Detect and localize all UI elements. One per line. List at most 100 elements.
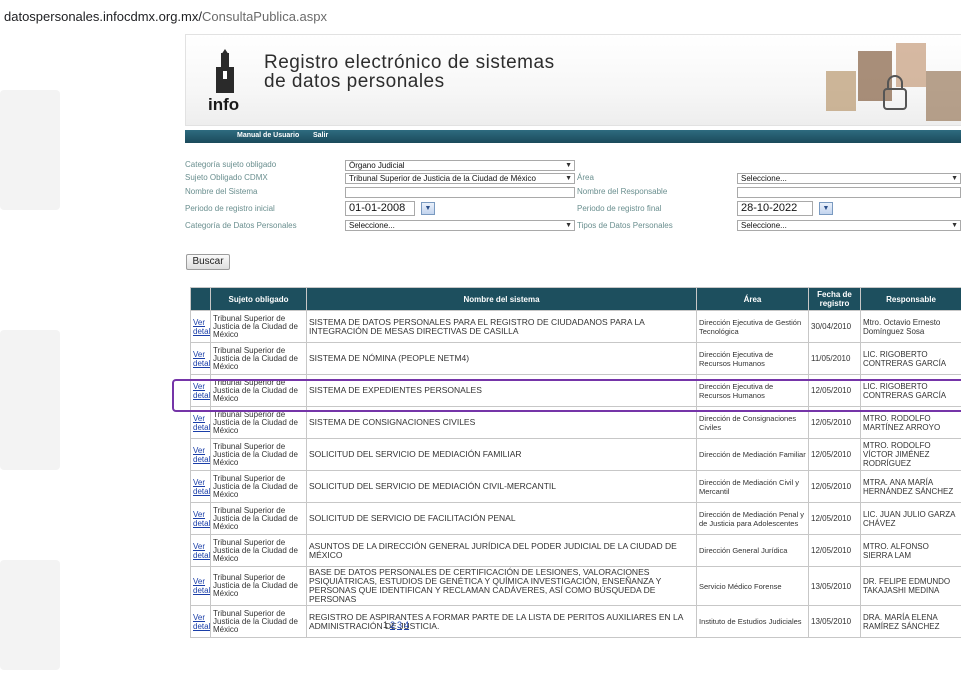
cell-fecha: 12/05/2010 — [808, 438, 861, 471]
cell-sujeto: Tribunal Superior de Justicia de la Ciud… — [210, 605, 307, 638]
cell-responsable: MTRO. RODOLFO VÍCTOR JIMÉNEZ RODRÍGUEZ — [860, 438, 961, 471]
area-select[interactable]: Seleccione... ▼ — [737, 173, 961, 184]
cell-area: Dirección Ejecutiva de Gestión Tecnológi… — [696, 310, 809, 343]
calendar-dropdown-icon[interactable]: ▼ — [421, 202, 435, 215]
cell-nombre: REGISTRO DE ASPIRANTES A FORMAR PARTE DE… — [306, 605, 697, 638]
cell-area: Instituto de Estudios Judiciales — [696, 605, 809, 638]
cell-area: Dirección de Mediación Penal y de Justic… — [696, 502, 809, 535]
buscar-button[interactable]: Buscar — [186, 254, 230, 270]
sujeto-select[interactable]: Tribunal Superior de Justicia de la Ciud… — [345, 173, 575, 184]
table-row: Ver detalleTribunal Superior de Justicia… — [190, 502, 961, 535]
chevron-down-icon: ▼ — [951, 175, 958, 182]
cell-responsable: MTRA. ANA MARÍA HERNÁNDEZ SÁNCHEZ — [860, 470, 961, 503]
cell-sujeto: Tribunal Superior de Justicia de la Ciud… — [210, 534, 307, 567]
header-area[interactable]: Área — [696, 287, 809, 311]
cell-area: Dirección de Consignaciones Civiles — [696, 406, 809, 439]
header-responsable[interactable]: Responsable — [860, 287, 961, 311]
ver-detalle-link[interactable]: Ver detalle — [190, 342, 211, 375]
calendar-dropdown-icon[interactable]: ▼ — [819, 202, 833, 215]
table-row: Ver detalleTribunal Superior de Justicia… — [190, 342, 961, 375]
cell-fecha: 12/05/2010 — [808, 470, 861, 503]
chevron-down-icon: ▼ — [951, 222, 958, 229]
cell-sujeto: Tribunal Superior de Justicia de la Ciud… — [210, 310, 307, 343]
cell-sujeto: Tribunal Superior de Justicia de la Ciud… — [210, 438, 307, 471]
city-logo-icon — [216, 49, 234, 93]
table-row: Ver detalleTribunal Superior de Justicia… — [190, 566, 961, 606]
cell-fecha: 30/04/2010 — [808, 310, 861, 343]
nombre-responsable-input[interactable] — [737, 187, 961, 198]
cell-nombre: SISTEMA DE DATOS PERSONALES PARA EL REGI… — [306, 310, 697, 343]
table-row: Ver detalleTribunal Superior de Justicia… — [190, 406, 961, 439]
categoria-label: Categoría sujeto obligado — [185, 160, 277, 169]
table-row: Ver detalleTribunal Superior de Justicia… — [190, 438, 961, 471]
cell-responsable: LIC. RIGOBERTO CONTRERAS GARCÍA — [860, 374, 961, 407]
page-link[interactable]: 2 — [390, 620, 395, 630]
cell-nombre: SISTEMA DE EXPEDIENTES PERSONALES — [306, 374, 697, 407]
salir-link[interactable]: Salir — [313, 132, 328, 139]
cell-area: Dirección de Mediación Civil y Mercantil — [696, 470, 809, 503]
cell-nombre: ASUNTOS DE LA DIRECCIÓN GENERAL JURÍDICA… — [306, 534, 697, 567]
table-row: Ver detalleTribunal Superior de Justicia… — [190, 470, 961, 503]
address-bar[interactable]: datospersonales.infocdmx.org.mx/Consulta… — [0, 0, 961, 34]
categoria-select[interactable]: Órgano Judicial ▼ — [345, 160, 575, 171]
logo-text: info — [208, 95, 240, 114]
table-row: Ver detalleTribunal Superior de Justicia… — [190, 374, 961, 407]
page-link[interactable]: 3 — [397, 620, 402, 630]
cell-nombre: BASE DE DATOS PERSONALES DE CERTIFICACIÓ… — [306, 566, 697, 606]
tipos-datos-label: Tipos de Datos Personales — [577, 221, 673, 230]
cell-area: Dirección General Jurídica — [696, 534, 809, 567]
background-ghost — [0, 90, 60, 210]
chevron-down-icon: ▼ — [565, 175, 572, 182]
cell-sujeto: Tribunal Superior de Justicia de la Ciud… — [210, 374, 307, 407]
header-sujeto[interactable]: Sujeto obligado — [210, 287, 307, 311]
cell-area: Dirección Ejecutiva de Recursos Humanos — [696, 374, 809, 407]
results-table: Sujeto obligado Nombre del sistema Área … — [190, 287, 961, 638]
header-nombre[interactable]: Nombre del sistema — [306, 287, 697, 311]
cell-responsable: MTRO. ALFONSO SIERRA LAM — [860, 534, 961, 567]
chevron-down-icon: ▼ — [565, 222, 572, 229]
page-link[interactable]: 4 — [404, 620, 409, 630]
nombre-sistema-input[interactable] — [345, 187, 575, 198]
header-fecha[interactable]: Fecha de registro — [808, 287, 861, 311]
cell-sujeto: Tribunal Superior de Justicia de la Ciud… — [210, 406, 307, 439]
cell-responsable: LIC. JUAN JULIO GARZA CHÁVEZ — [860, 502, 961, 535]
ver-detalle-link[interactable]: Ver detalle — [190, 438, 211, 471]
cell-responsable: LIC. RIGOBERTO CONTRERAS GARCÍA — [860, 342, 961, 375]
cell-nombre: SOLICITUD DE SERVICIO DE FACILITACIÓN PE… — [306, 502, 697, 535]
area-label: Área — [577, 173, 594, 182]
cell-fecha: 12/05/2010 — [808, 534, 861, 567]
cell-sujeto: Tribunal Superior de Justicia de la Ciud… — [210, 502, 307, 535]
cell-fecha: 13/05/2010 — [808, 566, 861, 606]
cell-fecha: 13/05/2010 — [808, 605, 861, 638]
categoria-datos-select[interactable]: Seleccione... ▼ — [345, 220, 575, 231]
header-blank — [190, 287, 211, 311]
page-link[interactable]: 1 — [383, 620, 388, 630]
tipos-datos-select[interactable]: Seleccione... ▼ — [737, 220, 961, 231]
cell-responsable: DR. FELIPE EDMUNDO TAKAJASHI MEDINA — [860, 566, 961, 606]
manual-usuario-link[interactable]: Manual de Usuario — [237, 132, 299, 139]
ver-detalle-link[interactable]: Ver detalle — [190, 534, 211, 567]
cell-sujeto: Tribunal Superior de Justicia de la Ciud… — [210, 342, 307, 375]
nombre-responsable-label: Nombre del Responsable — [577, 187, 668, 196]
cell-nombre: SOLICITUD DEL SERVICIO DE MEDIACIÓN FAMI… — [306, 438, 697, 471]
ver-detalle-link[interactable]: Ver detalle — [190, 374, 211, 407]
ver-detalle-link[interactable]: Ver detalle — [190, 566, 211, 606]
periodo-final-input[interactable]: 28-10-2022 — [737, 201, 813, 216]
periodo-inicial-input[interactable]: 01-01-2008 — [345, 201, 415, 216]
cell-responsable: MTRO. RODOLFO MARTÍNEZ ARROYO — [860, 406, 961, 439]
people-lock-graphic-icon — [826, 43, 961, 121]
ver-detalle-link[interactable]: Ver detalle — [190, 406, 211, 439]
nav-bar: Manual de Usuario Salir — [185, 130, 961, 143]
cell-nombre: SISTEMA DE CONSIGNACIONES CIVILES — [306, 406, 697, 439]
nombre-sistema-label: Nombre del Sistema — [185, 187, 258, 196]
chevron-down-icon: ▼ — [565, 162, 572, 169]
cell-fecha: 12/05/2010 — [808, 502, 861, 535]
table-row: Ver detalleTribunal Superior de Justicia… — [190, 605, 961, 638]
ver-detalle-link[interactable]: Ver detalle — [190, 605, 211, 638]
ver-detalle-link[interactable]: Ver detalle — [190, 470, 211, 503]
ver-detalle-link[interactable]: Ver detalle — [190, 310, 211, 343]
url-path: ConsultaPublica.aspx — [201, 9, 328, 24]
ver-detalle-link[interactable]: Ver detalle — [190, 502, 211, 535]
table-row: Ver detalleTribunal Superior de Justicia… — [190, 534, 961, 567]
sujeto-label: Sujeto Obligado CDMX — [185, 173, 268, 182]
